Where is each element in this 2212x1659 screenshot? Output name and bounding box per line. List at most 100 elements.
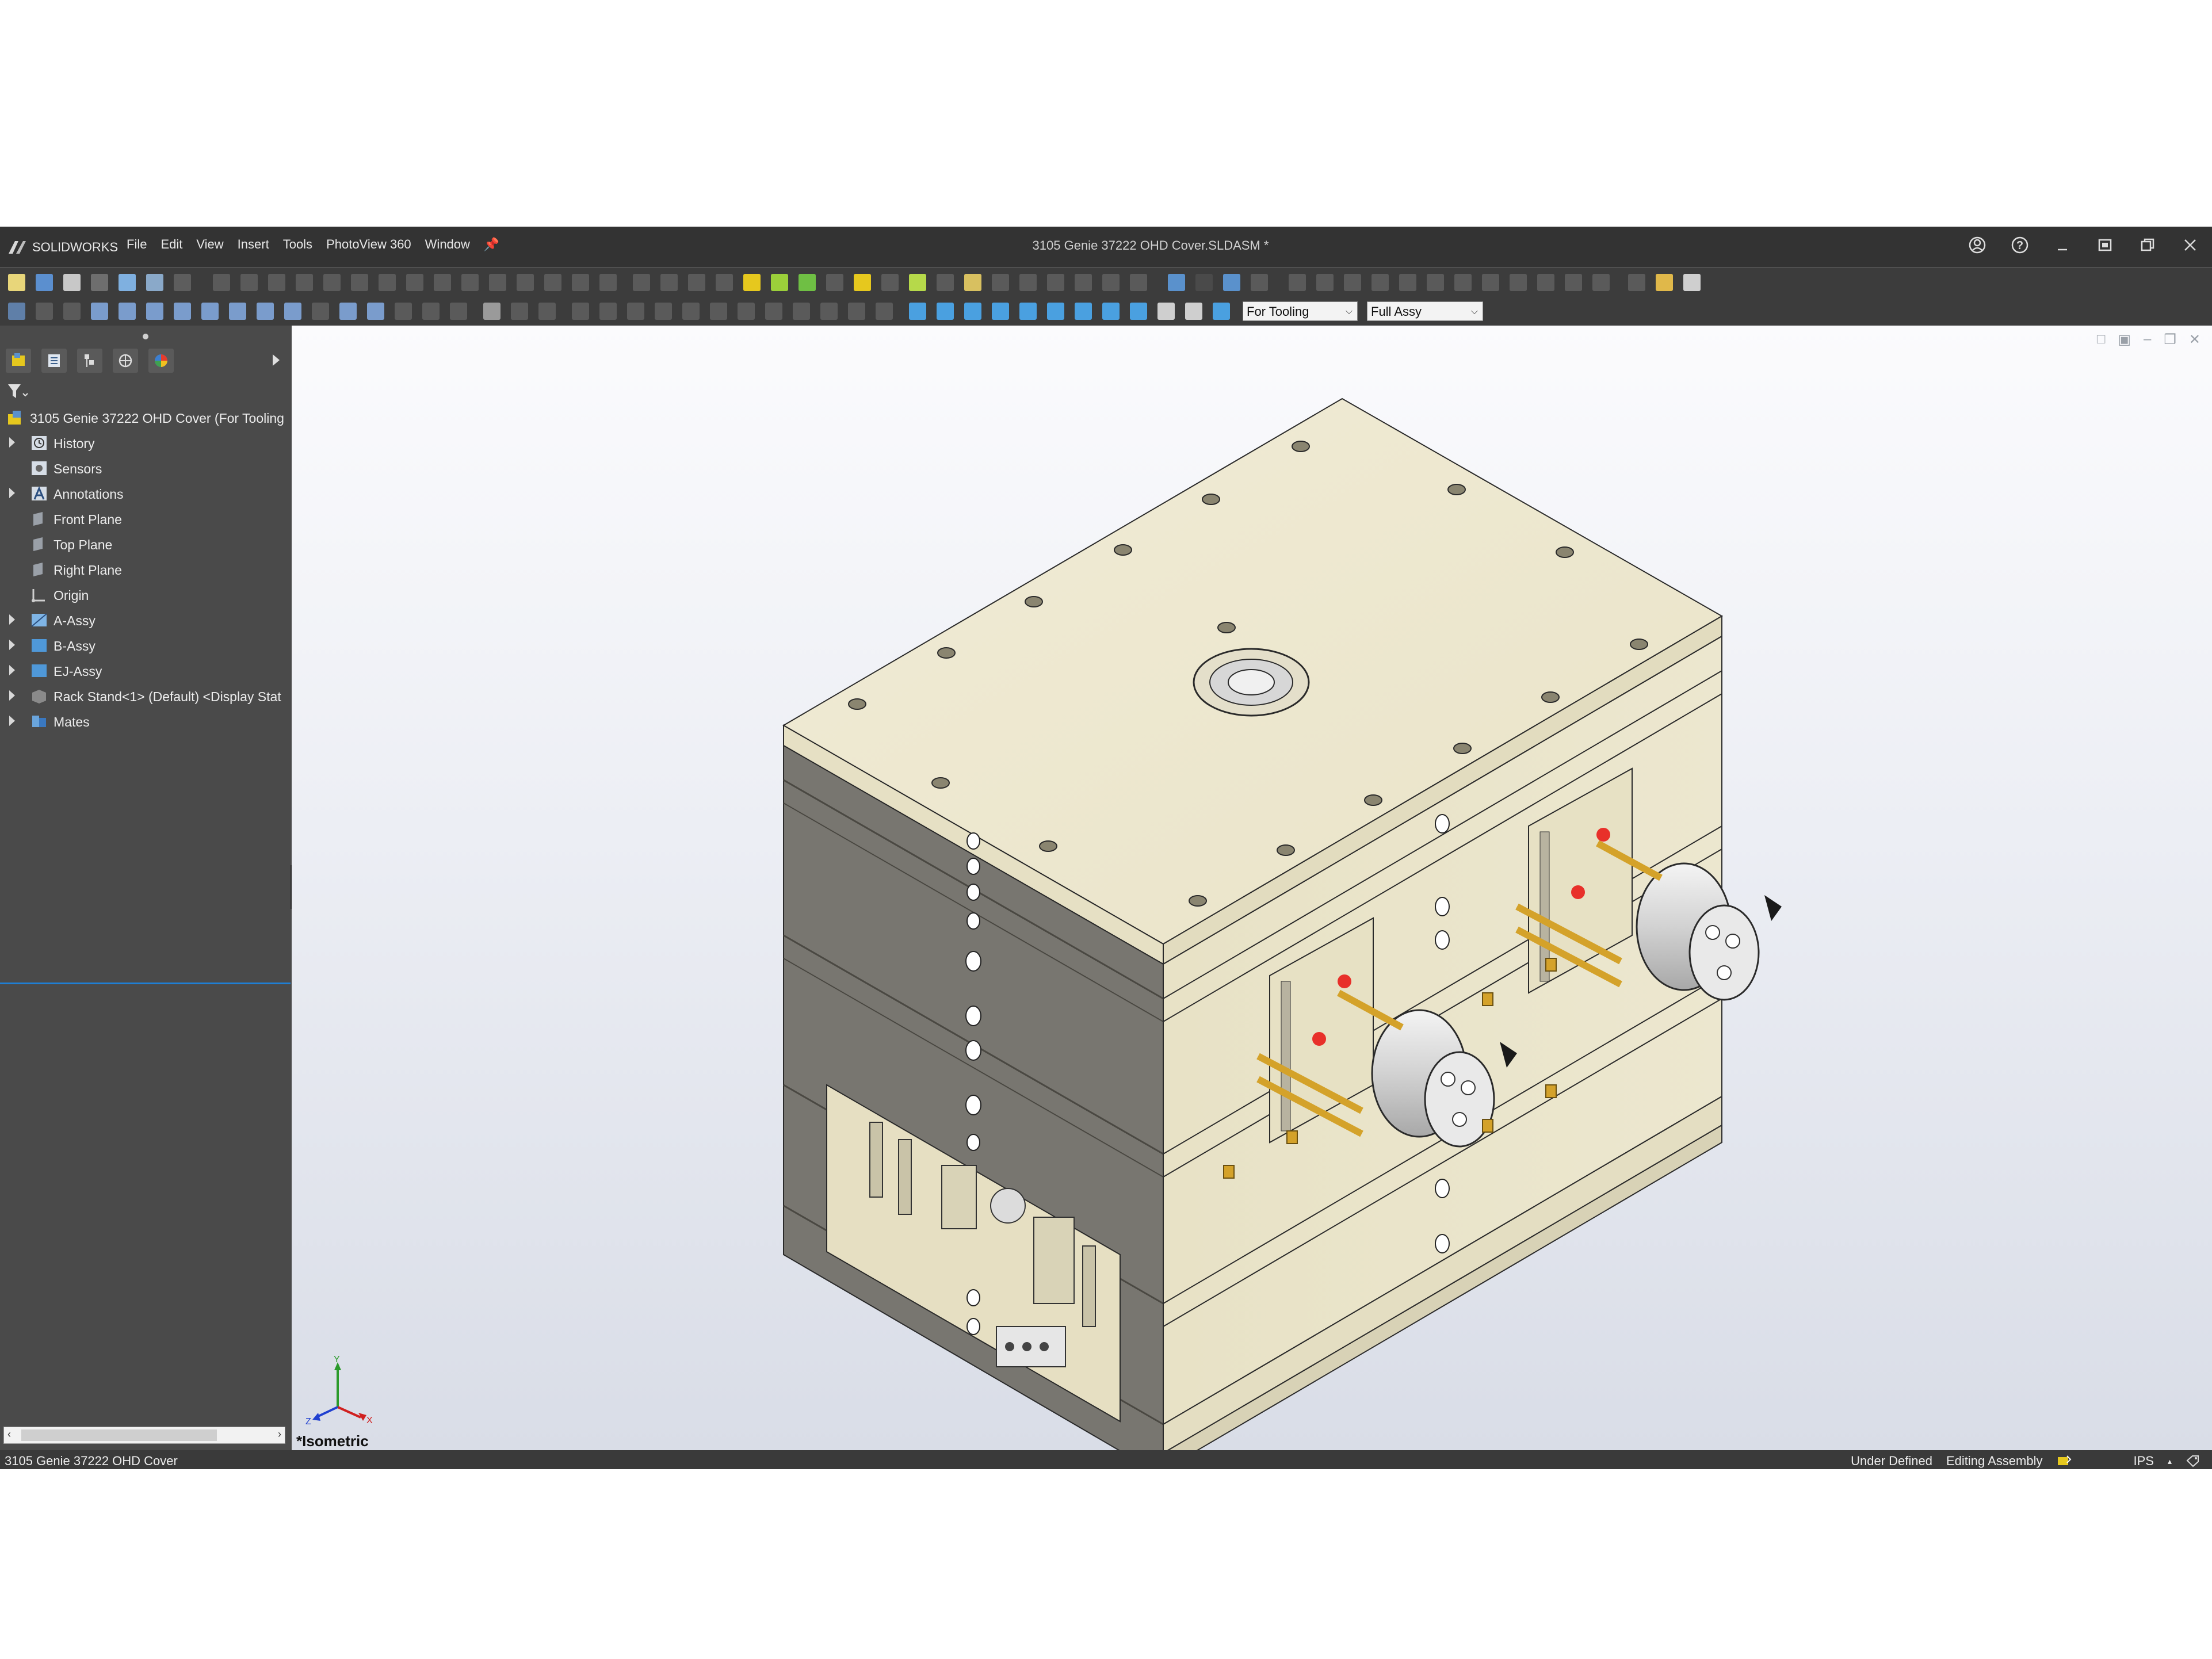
tree-horizontal-scrollbar[interactable]: ‹ ›: [3, 1427, 285, 1444]
tab-propertymanager[interactable]: [41, 349, 67, 373]
tool-icon[interactable]: [1565, 274, 1582, 291]
menu-edit[interactable]: Edit: [161, 237, 182, 252]
rebuild-icon[interactable]: [146, 274, 163, 291]
sketch-tool-icon[interactable]: [489, 274, 506, 291]
tree-item-history[interactable]: History: [0, 430, 291, 456]
feature-tool-icon[interactable]: [688, 274, 705, 291]
mold-assembly-model[interactable]: [292, 326, 2212, 1450]
tree-item-sensors[interactable]: Sensors: [0, 456, 291, 481]
show-hidden-icon[interactable]: [909, 274, 926, 291]
zoom-icon[interactable]: [119, 274, 136, 291]
minimize-icon[interactable]: [2052, 235, 2073, 255]
tree-item-rack-stand[interactable]: Rack Stand<1> (Default) <Display Stat: [0, 683, 291, 709]
sketch-tool-icon[interactable]: [461, 274, 479, 291]
view-icon[interactable]: [1130, 303, 1147, 320]
spline-icon[interactable]: [284, 303, 301, 320]
assembly-tool-icon[interactable]: [1075, 274, 1092, 291]
tool-icon[interactable]: [1482, 274, 1499, 291]
expand-arrow-icon[interactable]: [9, 437, 15, 448]
app-logo[interactable]: SOLIDWORKS: [7, 236, 118, 259]
tab-featuremanager[interactable]: [6, 349, 31, 373]
tool-icon[interactable]: [1371, 274, 1389, 291]
sketch-tool-icon[interactable]: [213, 274, 230, 291]
sketch-icon[interactable]: [599, 303, 617, 320]
expand-arrow-icon[interactable]: [9, 716, 15, 726]
feature-tool-icon[interactable]: [660, 274, 678, 291]
filter-button[interactable]: [6, 382, 40, 405]
chevron-right-icon[interactable]: [273, 354, 280, 366]
sketch-tool-icon[interactable]: [268, 274, 285, 291]
sketch-tool-icon[interactable]: [296, 274, 313, 291]
assembly-tool-icon[interactable]: [992, 274, 1009, 291]
view-orientation-icon[interactable]: [909, 303, 926, 320]
tree-item-right-plane[interactable]: Right Plane: [0, 557, 291, 582]
view-icon[interactable]: [1075, 303, 1092, 320]
menu-view[interactable]: View: [196, 237, 223, 252]
sketch-tool-icon[interactable]: [406, 274, 423, 291]
assembly-features-icon[interactable]: [964, 274, 981, 291]
view-icon[interactable]: [1047, 303, 1064, 320]
new-document-icon[interactable]: [8, 274, 25, 291]
toolbar-icon[interactable]: [174, 274, 191, 291]
menu-tools[interactable]: Tools: [283, 237, 312, 252]
assembly-tool-icon[interactable]: [1130, 274, 1147, 291]
view-icon[interactable]: [1185, 303, 1202, 320]
tree-item-a-assy[interactable]: A-Assy: [0, 607, 291, 633]
sketch-icon[interactable]: [511, 303, 528, 320]
paperclip-icon[interactable]: [1683, 274, 1701, 291]
menu-photoview[interactable]: PhotoView 360: [326, 237, 411, 252]
sketch-tool-icon[interactable]: [240, 274, 258, 291]
sketch-icon[interactable]: [738, 303, 755, 320]
rectangle-icon[interactable]: [91, 303, 108, 320]
tree-item-front-plane[interactable]: Front Plane: [0, 506, 291, 532]
maximize-icon[interactable]: [2137, 235, 2158, 255]
sketch-icon[interactable]: [793, 303, 810, 320]
display-state-select[interactable]: Full Assy ⌵: [1367, 301, 1483, 321]
view-icon[interactable]: [1213, 303, 1230, 320]
view-icon[interactable]: [1102, 303, 1120, 320]
assembly-tool-icon[interactable]: [1019, 274, 1037, 291]
assembly-tool-icon[interactable]: [937, 274, 954, 291]
expand-arrow-icon[interactable]: [9, 488, 15, 498]
tool-icon[interactable]: [1316, 274, 1334, 291]
view-icon[interactable]: [1019, 303, 1037, 320]
sketch-icon[interactable]: [538, 303, 556, 320]
tool-icon[interactable]: [1510, 274, 1527, 291]
tree-item-b-assy[interactable]: B-Assy: [0, 633, 291, 658]
tool-icon[interactable]: [1427, 274, 1444, 291]
menu-insert[interactable]: Insert: [238, 237, 269, 252]
smart-dimension-icon[interactable]: [572, 303, 589, 320]
sketch-icon[interactable]: [710, 303, 727, 320]
assembly-tool-icon[interactable]: [826, 274, 843, 291]
options-icon[interactable]: [91, 274, 108, 291]
scroll-left-icon[interactable]: ‹: [7, 1428, 11, 1440]
tool-icon[interactable]: [1344, 274, 1361, 291]
sketch-icon[interactable]: [395, 303, 412, 320]
menu-window[interactable]: Window: [425, 237, 470, 252]
sketch-tool-icon[interactable]: [544, 274, 561, 291]
sketch-tool-icon[interactable]: [572, 274, 589, 291]
sketch-tool-icon[interactable]: [351, 274, 368, 291]
units-menu-icon[interactable]: ▴: [2168, 1457, 2172, 1466]
expand-arrow-icon[interactable]: [9, 614, 15, 625]
toolbox-icon[interactable]: [1656, 274, 1673, 291]
rebuild-status-icon[interactable]: [2057, 1455, 2072, 1467]
tree-item-annotations[interactable]: Annotations: [0, 481, 291, 506]
mate-icon[interactable]: [771, 274, 788, 291]
tree-item-origin[interactable]: Origin: [0, 582, 291, 607]
feature-tool-icon[interactable]: [716, 274, 733, 291]
insert-component-icon[interactable]: [743, 274, 761, 291]
sketch-icon[interactable]: [655, 303, 672, 320]
grid-icon[interactable]: [8, 303, 25, 320]
view-icon[interactable]: [992, 303, 1009, 320]
arc-icon[interactable]: [201, 303, 219, 320]
line-icon[interactable]: [36, 303, 53, 320]
expand-arrow-icon[interactable]: [9, 690, 15, 701]
tree-item-mates[interactable]: Mates: [0, 709, 291, 734]
graphics-viewport[interactable]: □ ▣ – ❐ ✕ Y X Z *Isometric: [292, 326, 2212, 1450]
sketch-tool-icon[interactable]: [323, 274, 341, 291]
circle-icon[interactable]: [174, 303, 191, 320]
ellipse-icon[interactable]: [229, 303, 246, 320]
sketch-icon[interactable]: [765, 303, 782, 320]
sketch-tool-icon[interactable]: [517, 274, 534, 291]
